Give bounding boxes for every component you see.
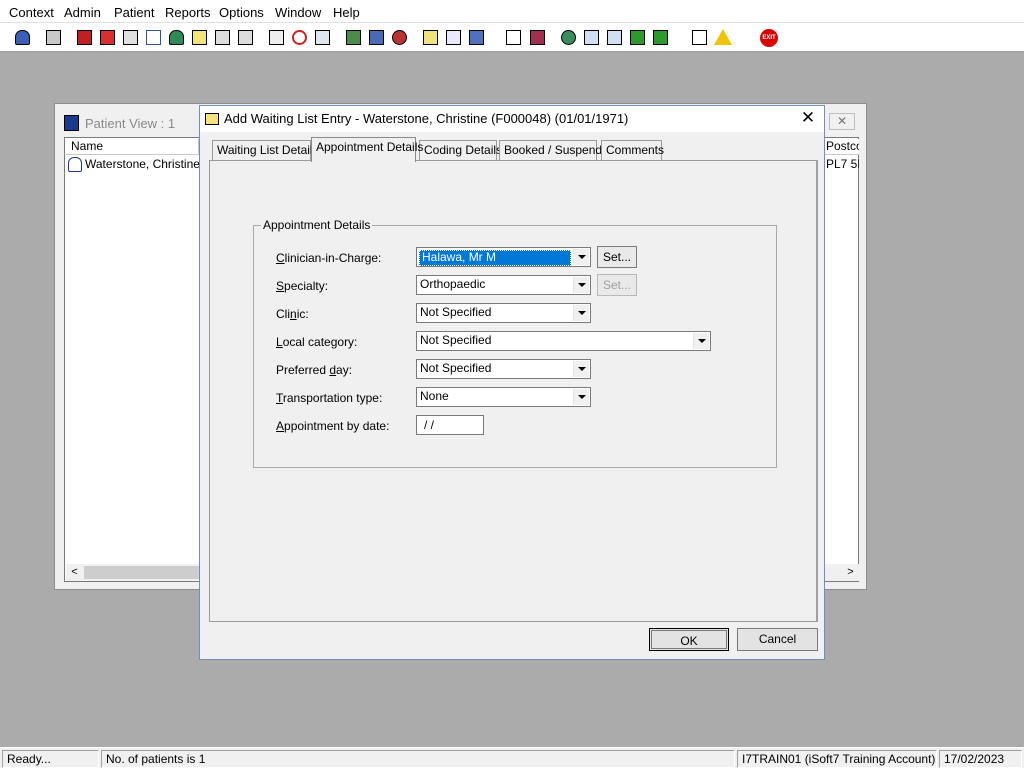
- scroll-thumb[interactable]: [84, 566, 200, 579]
- preferred-day-label: Preferred day:: [276, 363, 353, 377]
- menu-window[interactable]: Window: [275, 5, 321, 20]
- doctor-icon[interactable]: [166, 27, 187, 48]
- appointment-by-date-input[interactable]: / /: [416, 415, 484, 435]
- status-bar: Ready... No. of patients is 1 I7TRAIN01 …: [0, 747, 1024, 768]
- clock-icon[interactable]: [289, 27, 310, 48]
- chevron-down-icon[interactable]: [573, 277, 589, 293]
- menu-options[interactable]: Options: [219, 5, 264, 20]
- tab-coding-details[interactable]: Coding Details: [419, 140, 502, 161]
- status-ready: Ready...: [2, 750, 99, 768]
- ok-button[interactable]: OK: [649, 628, 729, 651]
- set-specialty-button: Set...: [597, 274, 637, 296]
- specialty-label: Specialty:: [276, 279, 329, 293]
- specialty-combo[interactable]: Orthopaedic: [416, 275, 591, 295]
- letter-icon[interactable]: [235, 27, 256, 48]
- patient-icon: [64, 115, 79, 131]
- group-label: Appointment Details: [261, 218, 373, 232]
- close-icon[interactable]: ✕: [829, 113, 855, 130]
- clinic-combo[interactable]: Not Specified: [416, 303, 591, 323]
- books-icon[interactable]: [74, 27, 95, 48]
- tab-waiting-list-details[interactable]: Waiting List Details: [212, 140, 319, 161]
- tab-appointment-details[interactable]: Appointment Details: [311, 137, 423, 162]
- bar-chart-icon[interactable]: [527, 27, 548, 48]
- check-list-icon[interactable]: [581, 27, 602, 48]
- exit-label: EXIT: [760, 29, 778, 47]
- column-header-name[interactable]: Name: [66, 139, 199, 155]
- column-header-postcode[interactable]: Postco: [823, 139, 859, 155]
- toolbar: EXIT: [0, 23, 1024, 52]
- clinic-label: Clinic:: [276, 307, 309, 321]
- transfer-icon[interactable]: [689, 27, 710, 48]
- transport-value: None: [420, 389, 449, 403]
- list-icon[interactable]: [343, 27, 364, 48]
- appointment-by-date-label: Appointment by date:: [276, 419, 390, 433]
- notebook-icon[interactable]: [189, 27, 210, 48]
- chart-icon[interactable]: [420, 27, 441, 48]
- menu-bar: Context Admin Patient Reports Options Wi…: [0, 0, 1024, 23]
- notepad-icon: [205, 113, 219, 125]
- local-category-value: Not Specified: [420, 333, 492, 347]
- download-icon[interactable]: [627, 27, 648, 48]
- menu-reports[interactable]: Reports: [165, 5, 211, 20]
- mail-merge-icon[interactable]: [143, 27, 164, 48]
- patient-view-title: Patient View : 1: [85, 116, 176, 131]
- referral-icon[interactable]: [212, 27, 233, 48]
- report-icon[interactable]: [389, 27, 410, 48]
- patient-row-name[interactable]: Waterstone, Christine...: [85, 157, 210, 171]
- globe-icon[interactable]: [558, 27, 579, 48]
- status-account: I7TRAIN01 (iSoft7 Training Account): [737, 750, 937, 768]
- menu-admin[interactable]: Admin: [64, 5, 101, 20]
- menu-help[interactable]: Help: [333, 5, 360, 20]
- status-date: 17/02/2023: [939, 750, 1022, 768]
- warning-icon[interactable]: [712, 27, 733, 48]
- local-category-label: Local category:: [276, 335, 358, 349]
- group-icon[interactable]: [466, 27, 487, 48]
- menu-context[interactable]: Context: [9, 5, 54, 20]
- edit-patient-icon[interactable]: [97, 27, 118, 48]
- patient-row-postcode[interactable]: PL7 5L: [826, 157, 859, 171]
- chevron-down-icon[interactable]: [573, 389, 589, 405]
- check-flag-icon[interactable]: [604, 27, 625, 48]
- screen-icon[interactable]: [312, 27, 333, 48]
- add-waiting-list-dialog[interactable]: Add Waiting List Entry - Waterstone, Chr…: [199, 105, 825, 660]
- ambulance-icon[interactable]: [443, 27, 464, 48]
- patient-icon[interactable]: [12, 27, 33, 48]
- local-category-combo[interactable]: Not Specified: [416, 331, 711, 351]
- tab-booked-suspend[interactable]: Booked / Suspend: [499, 140, 602, 161]
- menu-patient[interactable]: Patient: [114, 5, 154, 20]
- page-icon[interactable]: [503, 27, 524, 48]
- status-patient-count: No. of patients is 1: [101, 750, 735, 768]
- scroll-right-icon[interactable]: >: [842, 564, 859, 581]
- printer-icon[interactable]: [43, 27, 64, 48]
- transport-label: Transportation type:: [276, 391, 383, 405]
- tab-comments[interactable]: Comments: [601, 140, 664, 161]
- appointment-details-panel: Appointment Details Clinician-in-Charge:…: [209, 160, 818, 622]
- chevron-down-icon[interactable]: [573, 305, 589, 321]
- card-icon[interactable]: [366, 27, 387, 48]
- clinician-label: Clinician-in-Charge:: [276, 251, 382, 265]
- clinic-value: Not Specified: [420, 305, 492, 319]
- chevron-down-icon[interactable]: [573, 361, 589, 377]
- transport-combo[interactable]: None: [416, 387, 591, 407]
- clinician-combo[interactable]: Halawa, Mr M: [416, 247, 591, 267]
- chevron-down-icon[interactable]: [693, 333, 709, 349]
- cancel-button[interactable]: Cancel: [737, 628, 818, 651]
- preferred-day-value: Not Specified: [420, 361, 492, 375]
- close-icon[interactable]: ✕: [796, 108, 820, 130]
- upload-icon[interactable]: [650, 27, 671, 48]
- note-icon[interactable]: [120, 27, 141, 48]
- exit-icon[interactable]: EXIT: [758, 27, 779, 48]
- preferred-day-combo[interactable]: Not Specified: [416, 359, 591, 379]
- dialog-titlebar[interactable]: Add Waiting List Entry - Waterstone, Chr…: [200, 106, 824, 132]
- dialog-title: Add Waiting List Entry - Waterstone, Chr…: [224, 111, 629, 126]
- specialty-value: Orthopaedic: [420, 277, 486, 291]
- scroll-left-icon[interactable]: <: [66, 564, 83, 581]
- ok-label: OK: [651, 630, 727, 649]
- search-icon[interactable]: [266, 27, 287, 48]
- clinician-value: Halawa, Mr M: [419, 250, 571, 266]
- patient-icon: [68, 157, 82, 172]
- chevron-down-icon[interactable]: [573, 249, 589, 265]
- set-clinician-button[interactable]: Set...: [597, 246, 637, 268]
